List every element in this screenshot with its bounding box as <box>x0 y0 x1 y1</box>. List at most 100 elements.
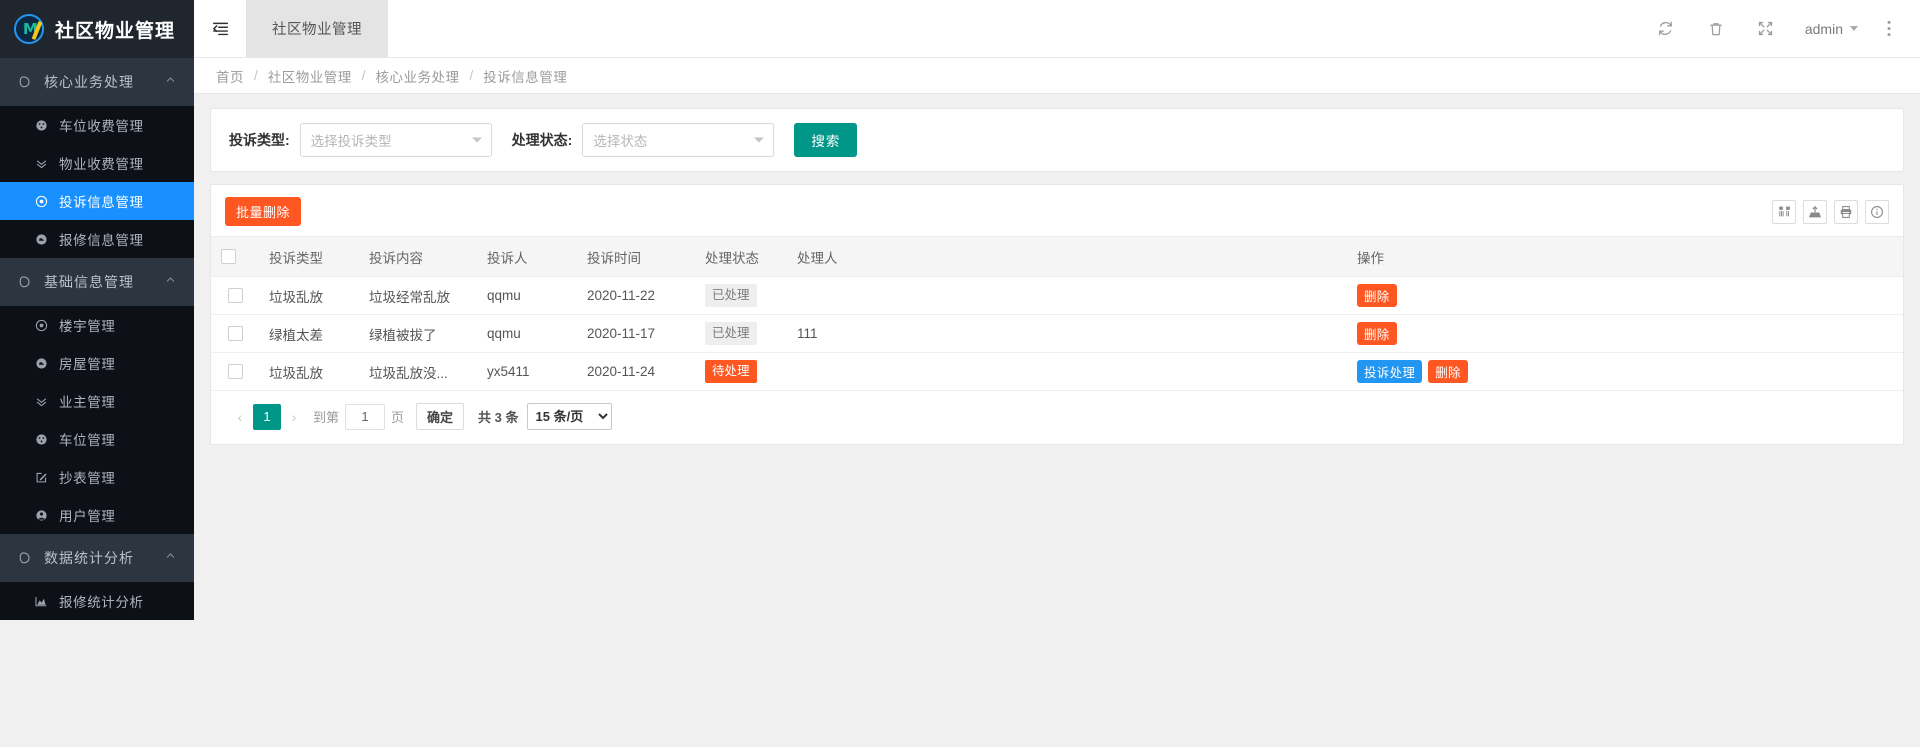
row-action-删除[interactable]: 删除 <box>1357 284 1397 307</box>
cell-process-status: 待处理 <box>695 352 787 391</box>
sidebar-item-label: 楼宇管理 <box>59 319 116 334</box>
row-checkbox[interactable] <box>228 288 243 304</box>
sidebar-item-label: 报修信息管理 <box>59 233 144 248</box>
double-chevron-down-icon <box>32 395 50 408</box>
row-select-cell <box>211 352 259 391</box>
sidebar-filler <box>0 620 194 747</box>
trash-icon[interactable] <box>1691 0 1741 58</box>
sidebar-item-label: 车位管理 <box>59 433 116 448</box>
user-circle-icon <box>32 509 50 522</box>
complaint-type-select[interactable]: 选择投诉类型 <box>299 123 492 157</box>
row-action-投诉处理[interactable]: 投诉处理 <box>1357 360 1423 383</box>
table-panel: 批量删除 投诉类型 投诉内容 投诉人 投诉时间 处理状态 处理人 操作 垃圾乱放… <box>210 184 1904 445</box>
page-size-select[interactable]: 15 条/页30 条/页50 条/页100 条/页 <box>526 403 612 430</box>
columns-toggle-icon[interactable] <box>1772 199 1796 224</box>
breadcrumb-item-1[interactable]: 首页 <box>216 66 244 86</box>
cell-complainant: qqmu <box>477 314 577 353</box>
chevron-up-icon <box>165 550 176 564</box>
cell-complaint-content: 绿植被拔了 <box>359 314 477 353</box>
cell-complaint-type: 垃圾乱放 <box>259 276 359 315</box>
sidebar-group-1[interactable]: 核心业务处理 <box>0 58 194 106</box>
row-action-删除[interactable]: 删除 <box>1357 322 1397 345</box>
th-complainant: 投诉人 <box>477 236 577 277</box>
status-badge: 待处理 <box>705 360 757 383</box>
sidebar-group-2[interactable]: 基础信息管理 <box>0 258 194 306</box>
content-area: 投诉类型: 选择投诉类型 处理状态: 选择状态 搜索 批量删除 投诉类型 投诉内… <box>194 94 1920 747</box>
process-status-select-value: 选择状态 <box>593 134 648 149</box>
parking-dashboard-icon <box>32 119 50 132</box>
cloud-upload-circle-icon <box>32 357 50 370</box>
main-region: 社区物业管理 admin 首页 / 社区物业管理 / 核心业务处理 / 投诉信息… <box>194 0 1920 747</box>
print-icon[interactable] <box>1834 199 1858 224</box>
page-number-1[interactable]: 1 <box>253 403 281 430</box>
cell-handler: 111 <box>787 314 1347 353</box>
sidebar-item-楼宇管理[interactable]: 楼宇管理 <box>0 306 194 344</box>
sidebar-item-房屋管理[interactable]: 房屋管理 <box>0 344 194 382</box>
menu-fold-icon[interactable] <box>194 0 246 57</box>
sidebar-item-抄表管理[interactable]: 抄表管理 <box>0 458 194 496</box>
circle-m-logo-icon: M <box>14 14 44 44</box>
chevron-up-icon <box>165 74 176 88</box>
select-all-checkbox[interactable] <box>221 249 236 265</box>
process-status-label: 处理状态: <box>511 132 573 148</box>
th-complaint-content: 投诉内容 <box>359 236 477 277</box>
row-checkbox[interactable] <box>228 326 243 342</box>
chevron-down-icon <box>754 137 765 143</box>
process-status-select[interactable]: 选择状态 <box>582 123 775 157</box>
breadcrumb-item-2[interactable]: 社区物业管理 <box>268 66 352 86</box>
sidebar-item-业主管理[interactable]: 业主管理 <box>0 382 194 420</box>
more-vertical-icon[interactable] <box>1872 0 1906 58</box>
table-toolbar: 批量删除 <box>211 185 1903 236</box>
sidebar: M 社区物业管理 核心业务处理 车位收费管理 物业收费管理 投诉信息管理报修信息管理基… <box>0 0 194 747</box>
th-process-status: 处理状态 <box>695 236 787 277</box>
sidebar-item-车位管理[interactable]: 车位管理 <box>0 420 194 458</box>
search-button[interactable]: 搜索 <box>794 123 858 157</box>
folder-outline-icon <box>16 75 33 89</box>
tab-community-property[interactable]: 社区物业管理 <box>246 0 388 57</box>
cell-operations: 删除 <box>1347 314 1903 353</box>
filter-panel: 投诉类型: 选择投诉类型 处理状态: 选择状态 搜索 <box>210 108 1904 172</box>
app-title: 社区物业管理 <box>55 20 176 42</box>
cell-complaint-type: 绿植太差 <box>259 314 359 353</box>
table-head: 投诉类型 投诉内容 投诉人 投诉时间 处理状态 处理人 操作 <box>211 236 1903 277</box>
sidebar-item-物业收费管理[interactable]: 物业收费管理 <box>0 144 194 182</box>
export-icon[interactable] <box>1803 199 1827 224</box>
sidebar-item-用户管理[interactable]: 用户管理 <box>0 496 194 534</box>
cell-complaint-type: 垃圾乱放 <box>259 352 359 391</box>
double-chevron-down-icon <box>32 157 50 170</box>
sidebar-group-3[interactable]: 数据统计分析 <box>0 534 194 582</box>
pagination: ‹ 1 › 到第 页 确定 共 3 条 15 条/页30 条/页50 条/页10… <box>211 391 1903 444</box>
user-menu[interactable]: admin <box>1791 0 1872 58</box>
info-circle-icon[interactable] <box>1865 199 1889 224</box>
chevron-left-icon[interactable]: ‹ <box>227 404 253 430</box>
sidebar-item-车位收费管理[interactable]: 车位收费管理 <box>0 106 194 144</box>
fullscreen-icon[interactable] <box>1741 0 1791 58</box>
complaints-table: 投诉类型 投诉内容 投诉人 投诉时间 处理状态 处理人 操作 垃圾乱放 垃圾经常乱… <box>211 236 1903 391</box>
breadcrumb-separator: / <box>254 68 258 83</box>
th-complaint-time: 投诉时间 <box>577 236 695 277</box>
cell-process-status: 已处理 <box>695 314 787 353</box>
complaint-type-select-value: 选择投诉类型 <box>310 134 392 149</box>
refresh-icon[interactable] <box>1641 0 1691 58</box>
goto-prefix-label: 到第 <box>313 410 340 425</box>
breadcrumb-separator: / <box>361 68 366 83</box>
table-row: 绿植太差 绿植被拔了 qqmu 2020-11-17 已处理 111 删除 <box>211 314 1903 353</box>
sidebar-submenu-1: 车位收费管理 物业收费管理 投诉信息管理报修信息管理 <box>0 106 194 258</box>
cell-operations: 删除 <box>1347 276 1903 315</box>
chevron-up-icon <box>165 274 176 288</box>
th-handler: 处理人 <box>787 236 1347 277</box>
sidebar-item-报修统计分析[interactable]: 报修统计分析 <box>0 582 194 620</box>
sidebar-item-报修信息管理[interactable]: 报修信息管理 <box>0 220 194 258</box>
chevron-right-icon[interactable]: › <box>281 404 307 430</box>
app-logo[interactable]: M 社区物业管理 <box>0 0 194 58</box>
goto-page-input[interactable] <box>345 403 386 430</box>
breadcrumb-separator: / <box>469 68 474 83</box>
goto-confirm-button[interactable]: 确定 <box>416 403 465 430</box>
bulk-delete-button[interactable]: 批量删除 <box>225 197 302 226</box>
edit-square-icon <box>32 471 50 484</box>
sidebar-item-投诉信息管理[interactable]: 投诉信息管理 <box>0 182 194 220</box>
breadcrumb-item-3[interactable]: 核心业务处理 <box>376 66 460 86</box>
row-action-删除[interactable]: 删除 <box>1428 360 1468 383</box>
cell-handler <box>787 276 1347 315</box>
row-checkbox[interactable] <box>228 364 243 380</box>
